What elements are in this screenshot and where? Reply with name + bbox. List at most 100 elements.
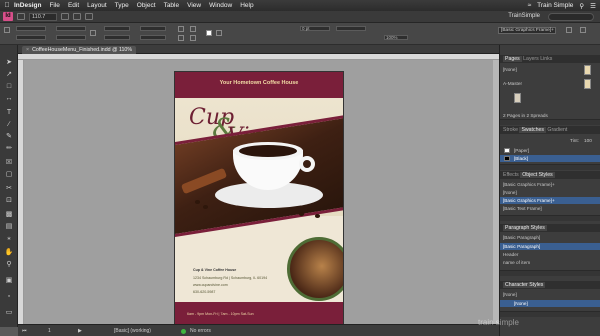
rectangle-frame-tool-icon[interactable]: ☒ xyxy=(4,159,14,167)
y-position-field[interactable] xyxy=(16,35,46,40)
character-style-none-selected[interactable]: [None] xyxy=(500,300,600,307)
menu-window[interactable]: Window xyxy=(209,2,232,9)
scale-y-field[interactable] xyxy=(104,35,130,40)
website-text[interactable]: www.cupandvine.com xyxy=(193,283,228,287)
x-position-field[interactable] xyxy=(16,26,46,31)
stroke-swatch-icon[interactable] xyxy=(216,30,222,36)
apple-icon[interactable]:  xyxy=(0,2,14,9)
tab-object-styles[interactable]: Object Styles xyxy=(520,172,555,178)
paper-swatch-chip[interactable] xyxy=(504,148,510,153)
tab-layers[interactable]: Layers xyxy=(523,56,539,62)
wine-cheese-photo-circle[interactable] xyxy=(287,237,343,301)
close-icon[interactable]: × xyxy=(26,47,29,53)
swatch-black-selected[interactable]: [Black] xyxy=(500,155,600,162)
paragraph-style-basic-selected[interactable]: [Basic Paragraph] xyxy=(500,243,600,250)
arrange-documents-icon[interactable] xyxy=(85,13,93,20)
page-number-field[interactable]: 1 xyxy=(48,328,51,334)
reference-point-icon[interactable] xyxy=(4,27,10,33)
none-page-thumbnail[interactable] xyxy=(584,65,591,75)
menu-layout[interactable]: Layout xyxy=(87,2,107,9)
rectangle-tool-icon[interactable]: ▢ xyxy=(4,171,14,179)
free-transform-tool-icon[interactable]: ⊡ xyxy=(4,197,14,205)
menu-file[interactable]: File xyxy=(49,2,59,9)
tab-gradient[interactable]: Gradient xyxy=(547,127,567,133)
line-tool-icon[interactable]: ∕ xyxy=(4,121,14,129)
height-field[interactable] xyxy=(56,35,86,40)
direct-selection-tool-icon[interactable]: ↗ xyxy=(4,71,14,79)
next-page-icon[interactable]: ▶ xyxy=(78,328,82,334)
menu-app-name[interactable]: InDesign xyxy=(14,2,41,9)
pen-tool-icon[interactable]: ✎ xyxy=(4,133,14,141)
swatch-paper[interactable]: [Paper] xyxy=(514,148,529,153)
address-name[interactable]: Cup & Vine Coffee House xyxy=(193,268,236,272)
tab-effects[interactable]: Effects xyxy=(503,172,519,178)
document-tab[interactable]: × CoffeeHouseMenu_Finished.indd @ 110% xyxy=(22,46,137,54)
page-none-item[interactable]: [None] xyxy=(503,67,517,72)
search-icon[interactable]: ⚲ xyxy=(579,2,584,10)
page-header-text[interactable]: Your Hometown Coffee House xyxy=(175,80,343,86)
scissors-tool-icon[interactable]: ✂ xyxy=(4,185,14,193)
preflight-profile[interactable]: [Basic] (working) xyxy=(114,328,151,334)
tab-links[interactable]: Links xyxy=(540,56,552,62)
object-style-basic-text[interactable]: [Basic Text Frame] xyxy=(503,206,542,211)
note-tool-icon[interactable]: ▤ xyxy=(4,223,14,231)
constrain-proportions-icon[interactable] xyxy=(90,30,96,36)
scale-x-field[interactable] xyxy=(104,26,130,31)
rotation-field[interactable] xyxy=(140,26,166,31)
rotate-cw-icon[interactable] xyxy=(178,26,184,32)
fill-stroke-icon[interactable]: ▣ xyxy=(4,277,14,285)
document-page[interactable]: Your Hometown Coffee House Cup & Vine Cu… xyxy=(174,71,344,327)
horizontal-ruler[interactable] xyxy=(18,54,499,60)
object-style-dropdown[interactable]: [Basic Graphics Frame]+ xyxy=(498,27,556,34)
zoom-tool-icon[interactable]: ⚲ xyxy=(4,261,14,269)
workspace-switcher[interactable]: TrainSimple xyxy=(508,13,540,19)
zoom-level-field[interactable]: 110.7 xyxy=(29,12,57,21)
tint-value[interactable]: 100 xyxy=(584,138,592,143)
tab-stroke[interactable]: Stroke xyxy=(503,127,518,133)
eyedropper-tool-icon[interactable]: ⁎ xyxy=(4,235,14,243)
address-line[interactable]: 1234 Schaumburg Rd | Schaumburg, IL 6019… xyxy=(193,276,267,280)
fill-swatch-icon[interactable] xyxy=(206,30,212,36)
view-options-icon[interactable] xyxy=(61,13,69,20)
tab-pages[interactable]: Pages xyxy=(503,56,522,62)
list-icon[interactable]: ☰ xyxy=(590,2,596,10)
pencil-tool-icon[interactable]: ✏ xyxy=(4,145,14,153)
page-tool-icon[interactable]: □ xyxy=(4,83,14,91)
bridge-icon[interactable] xyxy=(17,13,25,20)
menu-object[interactable]: Object xyxy=(137,2,156,9)
screen-mode-icon[interactable] xyxy=(73,13,81,20)
hand-tool-icon[interactable]: ✋ xyxy=(4,249,14,257)
flip-horizontal-icon[interactable] xyxy=(190,26,196,32)
stroke-type-field[interactable] xyxy=(336,26,366,31)
gradient-tool-icon[interactable]: ▩ xyxy=(4,211,14,219)
phone-text[interactable]: 630-620-5987 xyxy=(193,290,215,294)
preflight-errors-text[interactable]: No errors xyxy=(190,328,211,334)
wifi-icon[interactable]: ≈ xyxy=(528,2,532,9)
vertical-ruler[interactable] xyxy=(18,60,24,324)
hours-text[interactable]: 6am - 9pm Mon-Fri | 7am - 10pm Sat-Sun xyxy=(187,312,254,316)
tab-swatches[interactable]: Swatches xyxy=(519,127,546,133)
first-page-icon[interactable]: ⏮ xyxy=(22,328,27,334)
screen-mode-tool-icon[interactable]: ▭ xyxy=(4,309,14,317)
object-style-none[interactable]: [None] xyxy=(503,190,517,195)
object-style-basic-graphics-selected[interactable]: [Basic Graphics Frame]+ xyxy=(500,197,600,204)
rotate-ccw-icon[interactable] xyxy=(178,35,184,41)
quick-apply-icon[interactable] xyxy=(566,27,572,33)
master-page-thumbnail[interactable] xyxy=(584,79,591,89)
master-page-item[interactable]: A-Master xyxy=(503,81,522,86)
flip-vertical-icon[interactable] xyxy=(190,35,196,41)
paragraph-style-header-item[interactable]: Header xyxy=(503,252,518,257)
panel-menu-icon[interactable] xyxy=(580,27,586,33)
menu-view[interactable]: View xyxy=(187,2,201,9)
formatting-affects-icon[interactable]: ▫ xyxy=(4,293,14,301)
menu-type[interactable]: Type xyxy=(115,2,129,9)
help-search-input[interactable] xyxy=(548,13,594,21)
menu-edit[interactable]: Edit xyxy=(68,2,79,9)
type-tool-icon[interactable]: T xyxy=(4,109,14,117)
width-field[interactable] xyxy=(56,26,86,31)
gap-tool-icon[interactable]: ↔ xyxy=(4,95,14,103)
shear-field[interactable] xyxy=(140,35,166,40)
tab-paragraph-styles[interactable]: Paragraph Styles xyxy=(503,225,547,231)
black-swatch-chip[interactable] xyxy=(504,156,510,161)
paragraph-style-name-of-item[interactable]: name of item xyxy=(503,260,530,265)
